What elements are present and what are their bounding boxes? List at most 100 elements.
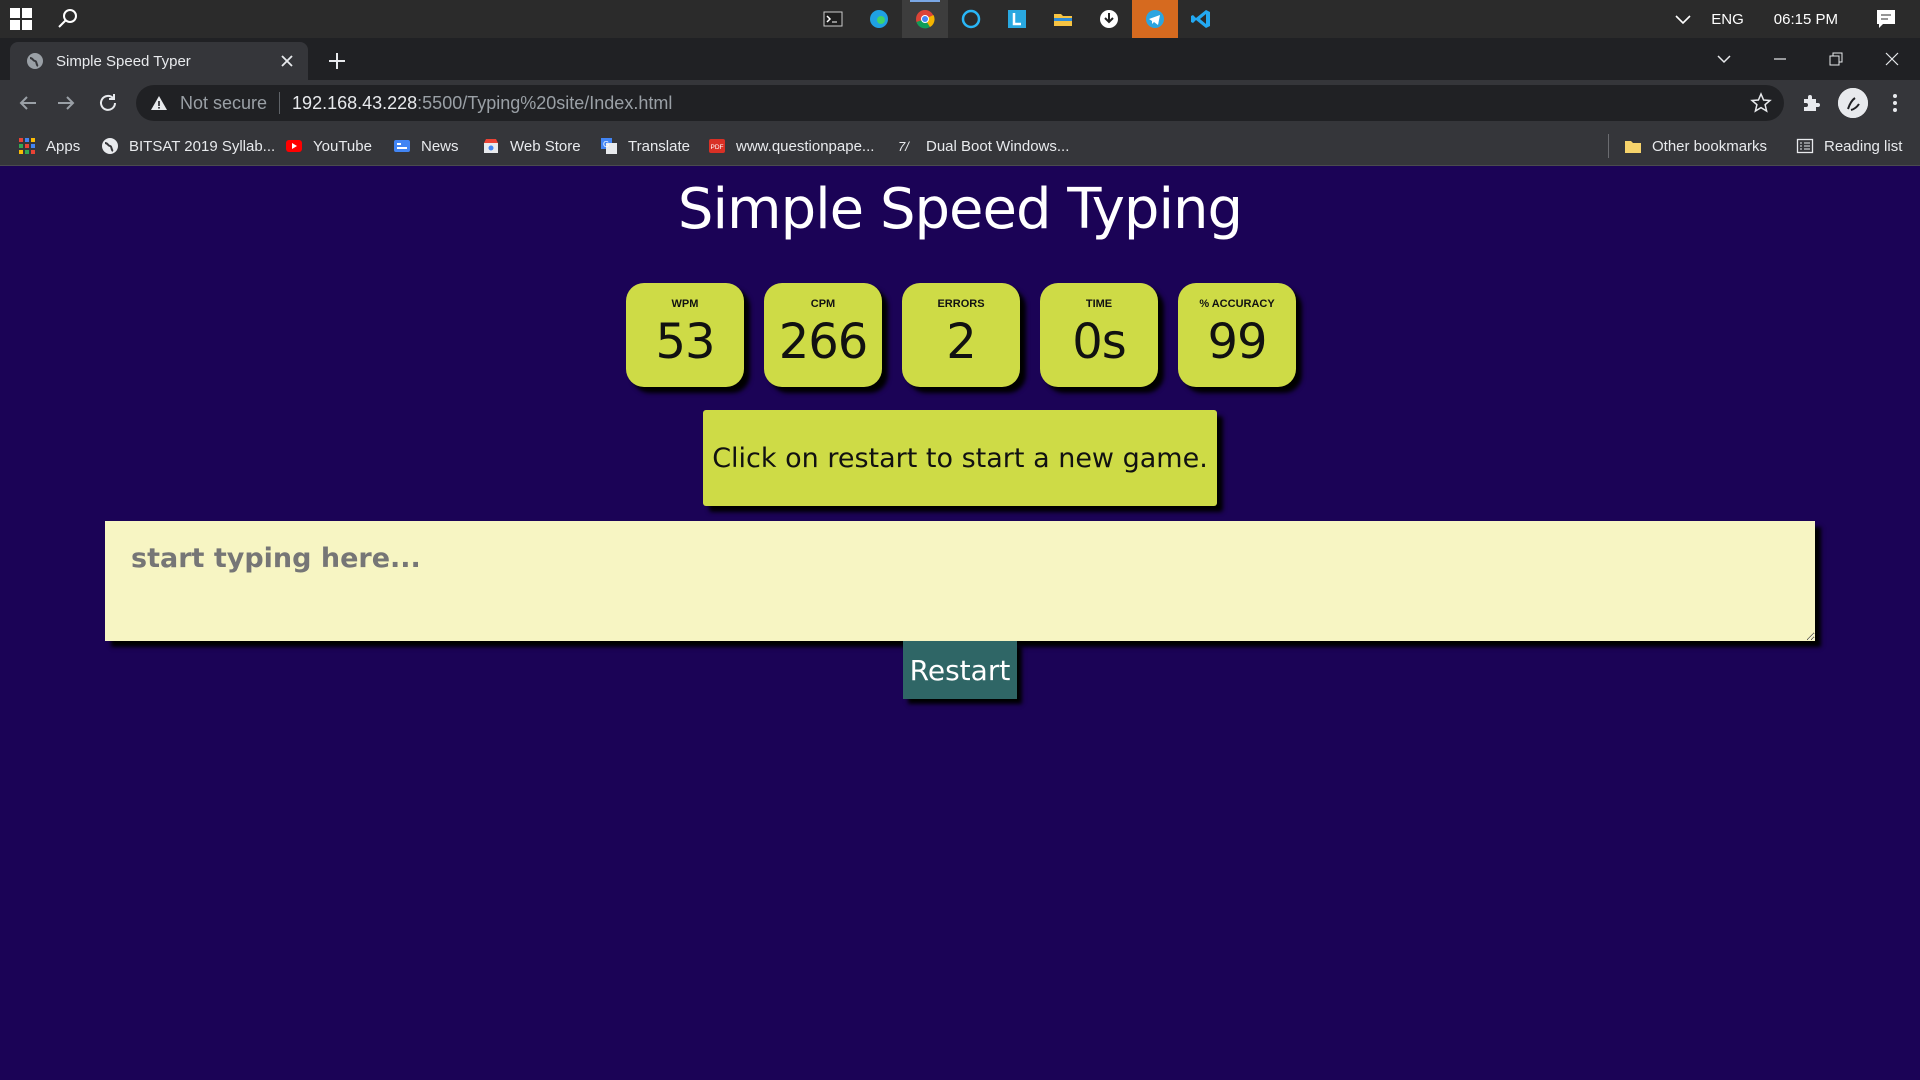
bookmark-other[interactable]: Other bookmarks <box>1624 126 1767 166</box>
web-store-icon <box>484 139 498 153</box>
stat-label: CPM <box>810 298 836 310</box>
chevron-down-icon <box>1717 55 1731 64</box>
reading-list-icon <box>1796 138 1814 154</box>
bookmark-dual-boot[interactable]: 7/ Dual Boot Windows... <box>898 126 1069 166</box>
page-title: Simple Speed Typing <box>677 177 1243 242</box>
folder-icon <box>1625 141 1641 153</box>
minimize-button[interactable] <box>1752 38 1808 80</box>
stat-value: 0s <box>1072 314 1127 370</box>
tab-simple-speed-typer[interactable]: Simple Speed Typer <box>10 42 308 80</box>
l-app-icon <box>1008 10 1026 28</box>
new-tab-icon[interactable] <box>326 50 348 72</box>
vscode-icon <box>1191 10 1210 28</box>
stat-label: % ACCURACY <box>1199 298 1275 310</box>
tab-search-button[interactable] <box>1696 38 1752 80</box>
profile-icon <box>1838 88 1868 118</box>
more-vert-icon[interactable] <box>1884 92 1906 114</box>
cortana-icon <box>961 9 981 29</box>
bookmark-label: BITSAT 2019 Syllab... <box>129 137 276 155</box>
taskbar-apps <box>810 0 1224 38</box>
svg-text:G: G <box>603 140 609 149</box>
notification-icon[interactable] <box>1874 7 1898 31</box>
stat-value: 2 <box>946 314 977 370</box>
terminal-icon <box>823 11 843 27</box>
address-bar[interactable]: Not secure 192.168.43.228:5500/Typing%20… <box>136 85 1784 121</box>
security-label[interactable]: Not secure <box>180 93 267 114</box>
stat-value: 266 <box>778 314 869 370</box>
stat-cpm: CPM 266 <box>764 283 882 387</box>
bookmark-label: News <box>421 137 459 155</box>
stat-wpm: WPM 53 <box>626 283 744 387</box>
search-icon[interactable] <box>56 7 80 31</box>
taskbar-chrome[interactable] <box>902 0 948 38</box>
tab-strip: Simple Speed Typer <box>0 38 1920 80</box>
warning-icon[interactable] <box>150 94 168 112</box>
telegram-icon <box>1146 10 1164 28</box>
bookmark-questionpapers[interactable]: PDF www.questionpape... <box>708 126 874 166</box>
edge-icon <box>870 10 888 28</box>
bookmark-label: Web Store <box>510 137 581 155</box>
stats-row: WPM 53 CPM 266 ERRORS 2 TIME 0s % ACCURA… <box>626 283 1296 387</box>
stat-label: WPM <box>671 298 699 310</box>
bookmark-label: Translate <box>628 137 690 155</box>
back-arrow-icon[interactable] <box>16 91 40 115</box>
system-tray: ENG 06:15 PM <box>1673 0 1920 38</box>
bookmark-label: Other bookmarks <box>1652 137 1768 155</box>
address-separator <box>279 92 281 114</box>
bookmark-web-store[interactable]: Web Store <box>482 126 581 166</box>
youtube-icon <box>286 140 302 152</box>
apps-grid-icon <box>19 138 35 154</box>
extensions-puzzle-icon[interactable] <box>1800 92 1822 114</box>
bookmark-apps[interactable]: Apps <box>18 126 80 166</box>
restore-button[interactable] <box>1808 38 1864 80</box>
pdf-icon: PDF <box>709 139 725 153</box>
reload-icon[interactable] <box>96 91 120 115</box>
bookmark-label: Apps <box>46 137 81 155</box>
close-window-button[interactable] <box>1864 38 1920 80</box>
taskbar-vscode[interactable] <box>1178 0 1224 38</box>
bookmark-label: www.questionpape... <box>736 137 875 155</box>
file-explorer-icon <box>1054 14 1072 26</box>
reading-list[interactable]: Reading list <box>1796 126 1902 166</box>
profile-avatar[interactable] <box>1838 88 1868 118</box>
windows-start-icon[interactable] <box>10 8 32 30</box>
minimize-icon <box>1774 58 1786 60</box>
restart-button[interactable]: Restart <box>903 641 1017 699</box>
forward-arrow-icon[interactable] <box>54 91 78 115</box>
restore-icon <box>1829 52 1843 66</box>
bookmarks-bar: Apps BITSAT 2019 Syllab... YouTube News … <box>0 126 1920 166</box>
bookmarks-divider <box>1608 134 1609 158</box>
taskbar-download[interactable] <box>1086 0 1132 38</box>
quote-box: Click on restart to start a new game. <box>703 410 1217 506</box>
chevron-up-icon[interactable] <box>1673 9 1693 29</box>
chrome-icon <box>916 10 935 29</box>
taskbar-terminal[interactable] <box>810 0 856 38</box>
language-indicator[interactable]: ENG <box>1711 11 1744 28</box>
stat-errors: ERRORS 2 <box>902 283 1020 387</box>
taskbar-telegram[interactable] <box>1132 0 1178 38</box>
bookmark-news[interactable]: News <box>393 126 459 166</box>
clock[interactable]: 06:15 PM <box>1774 11 1838 28</box>
svg-text:7/: 7/ <box>898 139 910 154</box>
stat-time: TIME 0s <box>1040 283 1158 387</box>
taskbar-file-explorer[interactable] <box>1040 0 1086 38</box>
close-tab-icon[interactable] <box>278 52 296 70</box>
bookmark-translate[interactable]: G Translate <box>600 126 690 166</box>
stat-label: TIME <box>1085 298 1113 310</box>
tab-title: Simple Speed Typer <box>56 52 191 70</box>
bookmark-youtube[interactable]: YouTube <box>285 126 372 166</box>
bookmark-star-icon[interactable] <box>1750 92 1772 114</box>
translate-icon: G <box>601 138 617 154</box>
taskbar-l-app[interactable] <box>994 0 1040 38</box>
bookmark-label: Reading list <box>1824 137 1903 155</box>
taskbar-edge[interactable] <box>856 0 902 38</box>
taskbar-cortana[interactable] <box>948 0 994 38</box>
bookmark-label: YouTube <box>313 137 372 155</box>
stat-accuracy: % ACCURACY 99 <box>1178 283 1296 387</box>
url-host: 192.168.43.228 <box>292 92 418 113</box>
typing-input[interactable] <box>105 521 1815 641</box>
globe-icon <box>102 138 118 154</box>
stat-value: 99 <box>1207 314 1267 370</box>
bookmark-label: Dual Boot Windows... <box>926 137 1070 155</box>
bookmark-bitsat[interactable]: BITSAT 2019 Syllab... <box>101 126 275 166</box>
